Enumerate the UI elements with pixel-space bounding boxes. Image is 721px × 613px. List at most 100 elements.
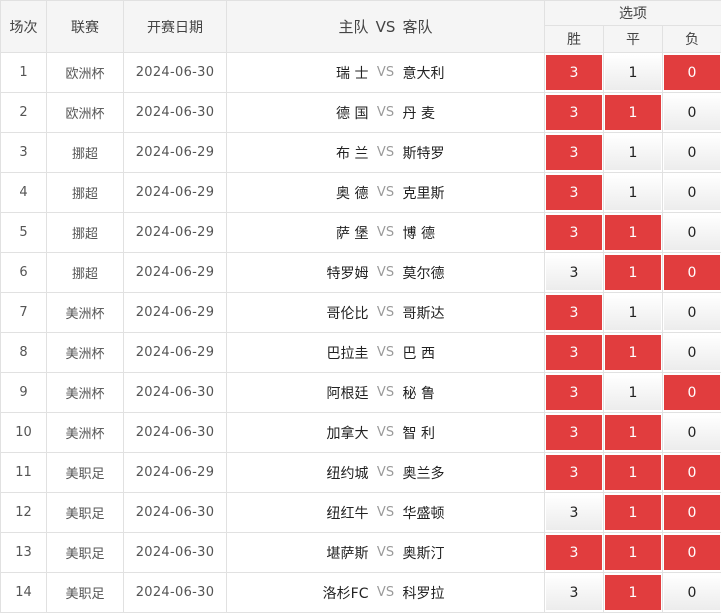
match-no: 3 bbox=[1, 133, 47, 173]
match-date: 2024-06-30 bbox=[124, 573, 227, 613]
option-cell-lose: 0 bbox=[663, 53, 721, 93]
option-win-button[interactable]: 3 bbox=[546, 95, 602, 130]
header-home: 主队 bbox=[249, 16, 369, 37]
match-row: 3挪超2024-06-29布 兰VS斯特罗310 bbox=[1, 133, 721, 173]
option-cell-draw: 1 bbox=[604, 413, 663, 453]
option-draw-button[interactable]: 1 bbox=[605, 575, 661, 610]
header-match: 主队 VS 客队 bbox=[227, 1, 545, 53]
option-lose-button[interactable]: 0 bbox=[664, 415, 720, 450]
away-team: 莫尔德 bbox=[403, 263, 523, 283]
match-row: 1欧洲杯2024-06-30瑞 士VS意大利310 bbox=[1, 53, 721, 93]
header-lose: 负 bbox=[663, 26, 721, 53]
away-team: 科罗拉 bbox=[403, 583, 523, 603]
match-teams: 巴拉圭VS巴 西 bbox=[227, 333, 545, 373]
option-lose-button[interactable]: 0 bbox=[664, 55, 720, 90]
option-win-button[interactable]: 3 bbox=[546, 135, 602, 170]
option-lose-button[interactable]: 0 bbox=[664, 335, 720, 370]
option-lose-button[interactable]: 0 bbox=[664, 575, 720, 610]
option-lose-button[interactable]: 0 bbox=[664, 375, 720, 410]
vs-label: VS bbox=[369, 585, 403, 600]
option-draw-button[interactable]: 1 bbox=[605, 95, 661, 130]
option-lose-button[interactable]: 0 bbox=[664, 215, 720, 250]
match-no: 7 bbox=[1, 293, 47, 333]
home-team: 堪萨斯 bbox=[249, 543, 369, 563]
league-name: 美洲杯 bbox=[47, 373, 124, 413]
option-draw-button[interactable]: 1 bbox=[605, 335, 661, 370]
match-teams: 阿根廷VS秘 鲁 bbox=[227, 373, 545, 413]
vs-label: VS bbox=[369, 505, 403, 520]
option-lose-button[interactable]: 0 bbox=[664, 175, 720, 210]
option-cell-win: 3 bbox=[545, 453, 604, 493]
match-row: 10美洲杯2024-06-30加拿大VS智 利310 bbox=[1, 413, 721, 453]
option-cell-draw: 1 bbox=[604, 213, 663, 253]
option-cell-win: 3 bbox=[545, 373, 604, 413]
option-lose-button[interactable]: 0 bbox=[664, 455, 720, 490]
match-row: 8美洲杯2024-06-29巴拉圭VS巴 西310 bbox=[1, 333, 721, 373]
option-win-button[interactable]: 3 bbox=[546, 535, 602, 570]
option-win-button[interactable]: 3 bbox=[546, 495, 602, 530]
league-name: 欧洲杯 bbox=[47, 53, 124, 93]
option-draw-button[interactable]: 1 bbox=[605, 415, 661, 450]
match-row: 11美职足2024-06-29纽约城VS奥兰多310 bbox=[1, 453, 721, 493]
option-draw-button[interactable]: 1 bbox=[605, 255, 661, 290]
option-lose-button[interactable]: 0 bbox=[664, 255, 720, 290]
away-team: 秘 鲁 bbox=[403, 383, 523, 403]
option-win-button[interactable]: 3 bbox=[546, 575, 602, 610]
match-row: 12美职足2024-06-30纽红牛VS华盛顿310 bbox=[1, 493, 721, 533]
league-name: 美职足 bbox=[47, 453, 124, 493]
option-draw-button[interactable]: 1 bbox=[605, 495, 661, 530]
option-win-button[interactable]: 3 bbox=[546, 175, 602, 210]
option-draw-button[interactable]: 1 bbox=[605, 135, 661, 170]
option-win-button[interactable]: 3 bbox=[546, 55, 602, 90]
match-date: 2024-06-30 bbox=[124, 413, 227, 453]
option-draw-button[interactable]: 1 bbox=[605, 175, 661, 210]
option-win-button[interactable]: 3 bbox=[546, 415, 602, 450]
header-draw: 平 bbox=[604, 26, 663, 53]
header-match-no: 场次 bbox=[1, 1, 47, 53]
option-win-button[interactable]: 3 bbox=[546, 295, 602, 330]
match-date: 2024-06-29 bbox=[124, 293, 227, 333]
league-name: 美洲杯 bbox=[47, 333, 124, 373]
match-teams: 纽约城VS奥兰多 bbox=[227, 453, 545, 493]
option-cell-lose: 0 bbox=[663, 173, 721, 213]
option-win-button[interactable]: 3 bbox=[546, 455, 602, 490]
option-cell-draw: 1 bbox=[604, 53, 663, 93]
option-lose-button[interactable]: 0 bbox=[664, 95, 720, 130]
option-cell-win: 3 bbox=[545, 293, 604, 333]
match-row: 5挪超2024-06-29萨 堡VS博 德310 bbox=[1, 213, 721, 253]
option-cell-draw: 1 bbox=[604, 93, 663, 133]
match-teams: 布 兰VS斯特罗 bbox=[227, 133, 545, 173]
away-team: 华盛顿 bbox=[403, 503, 523, 523]
match-teams: 萨 堡VS博 德 bbox=[227, 213, 545, 253]
option-cell-win: 3 bbox=[545, 53, 604, 93]
option-cell-lose: 0 bbox=[663, 133, 721, 173]
option-cell-lose: 0 bbox=[663, 493, 721, 533]
option-lose-button[interactable]: 0 bbox=[664, 535, 720, 570]
option-draw-button[interactable]: 1 bbox=[605, 455, 661, 490]
option-win-button[interactable]: 3 bbox=[546, 335, 602, 370]
option-cell-draw: 1 bbox=[604, 133, 663, 173]
vs-label: VS bbox=[369, 265, 403, 280]
option-draw-button[interactable]: 1 bbox=[605, 375, 661, 410]
match-no: 11 bbox=[1, 453, 47, 493]
option-win-button[interactable]: 3 bbox=[546, 375, 602, 410]
option-cell-draw: 1 bbox=[604, 533, 663, 573]
option-cell-win: 3 bbox=[545, 493, 604, 533]
option-lose-button[interactable]: 0 bbox=[664, 495, 720, 530]
option-draw-button[interactable]: 1 bbox=[605, 535, 661, 570]
option-lose-button[interactable]: 0 bbox=[664, 295, 720, 330]
home-team: 纽约城 bbox=[249, 463, 369, 483]
vs-label: VS bbox=[369, 345, 403, 360]
option-win-button[interactable]: 3 bbox=[546, 215, 602, 250]
away-team: 奥兰多 bbox=[403, 463, 523, 483]
option-win-button[interactable]: 3 bbox=[546, 255, 602, 290]
option-cell-win: 3 bbox=[545, 93, 604, 133]
option-lose-button[interactable]: 0 bbox=[664, 135, 720, 170]
option-draw-button[interactable]: 1 bbox=[605, 295, 661, 330]
vs-label: VS bbox=[369, 465, 403, 480]
home-team: 瑞 士 bbox=[249, 63, 369, 83]
option-draw-button[interactable]: 1 bbox=[605, 55, 661, 90]
option-draw-button[interactable]: 1 bbox=[605, 215, 661, 250]
match-date: 2024-06-29 bbox=[124, 213, 227, 253]
home-team: 布 兰 bbox=[249, 143, 369, 163]
